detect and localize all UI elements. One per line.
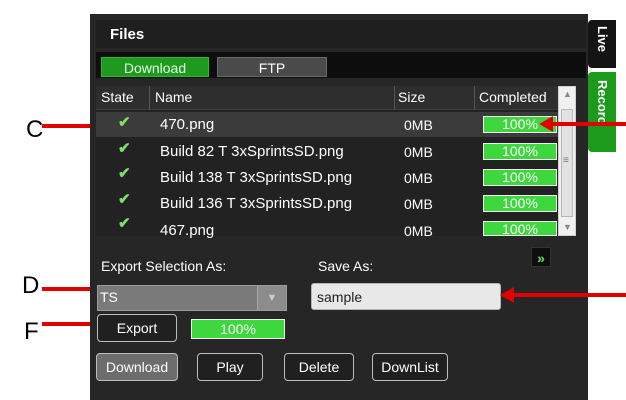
row-size: 0MB xyxy=(404,223,433,239)
callout-d: D xyxy=(22,272,40,299)
column-separator xyxy=(474,86,475,110)
row-completed: 100% xyxy=(483,169,557,186)
check-icon: ✔ xyxy=(118,191,131,208)
dropdown-arrow-icon[interactable]: ▼ xyxy=(257,286,286,310)
row-size: 0MB xyxy=(404,170,433,186)
tab-ftp[interactable]: FTP xyxy=(217,57,327,77)
panel-title: Files xyxy=(96,20,586,48)
header-state[interactable]: State xyxy=(101,89,134,105)
export-selection-label: Export Selection As: xyxy=(101,258,227,274)
column-separator xyxy=(394,86,395,110)
row-name: 467.png xyxy=(160,222,215,239)
save-as-label: Save As: xyxy=(318,258,374,274)
row-completed: 100% xyxy=(483,143,557,160)
grip-icon: ≡ xyxy=(563,155,569,166)
check-icon: ✔ xyxy=(118,165,131,182)
save-as-arrowhead xyxy=(500,287,514,303)
export-button[interactable]: Export xyxy=(97,314,177,342)
callout-f: F xyxy=(24,318,39,345)
row-name: Build 136 T 3xSprintsSD.png xyxy=(160,195,353,212)
delete-button[interactable]: Delete xyxy=(284,353,354,381)
row-name: Build 82 T 3xSprintsSD.png xyxy=(160,143,344,160)
header-completed[interactable]: Completed xyxy=(479,89,547,105)
header-size[interactable]: Size xyxy=(398,89,425,105)
tab-live-label: Live xyxy=(595,26,610,53)
table-scrollbar[interactable]: ▲ ≡ ▼ xyxy=(558,86,576,236)
row-completed: 100% xyxy=(483,221,557,237)
check-icon: ✔ xyxy=(118,215,131,232)
tab-record-label: Record xyxy=(595,80,610,125)
callout-c: C xyxy=(26,116,44,143)
row-name: 470.png xyxy=(160,116,215,133)
row-size: 0MB xyxy=(404,117,433,133)
row-size: 0MB xyxy=(404,196,433,212)
save-as-input[interactable]: sample xyxy=(311,283,501,310)
completed-arrowhead xyxy=(539,116,553,132)
export-progress: 100% xyxy=(191,319,285,339)
row-completed: 100% xyxy=(483,195,557,212)
downlist-button[interactable]: DownList xyxy=(372,353,448,381)
column-separator xyxy=(149,86,150,110)
save-as-arrow xyxy=(512,293,626,297)
scroll-up-icon[interactable]: ▲ xyxy=(563,89,572,99)
download-button[interactable]: Download xyxy=(96,353,178,381)
check-icon: ✔ xyxy=(118,114,131,131)
header-name[interactable]: Name xyxy=(155,89,192,105)
check-icon: ✔ xyxy=(118,140,131,157)
row-size: 0MB xyxy=(404,144,433,160)
export-format-value: TS xyxy=(100,289,118,305)
play-button[interactable]: Play xyxy=(197,353,263,381)
completed-arrow xyxy=(551,122,626,126)
row-name: Build 138 T 3xSprintsSD.png xyxy=(160,169,353,186)
scroll-down-icon[interactable]: ▼ xyxy=(563,222,572,232)
double-chevron-down-icon[interactable]: » xyxy=(531,247,551,267)
tab-download[interactable]: Download xyxy=(101,57,209,77)
